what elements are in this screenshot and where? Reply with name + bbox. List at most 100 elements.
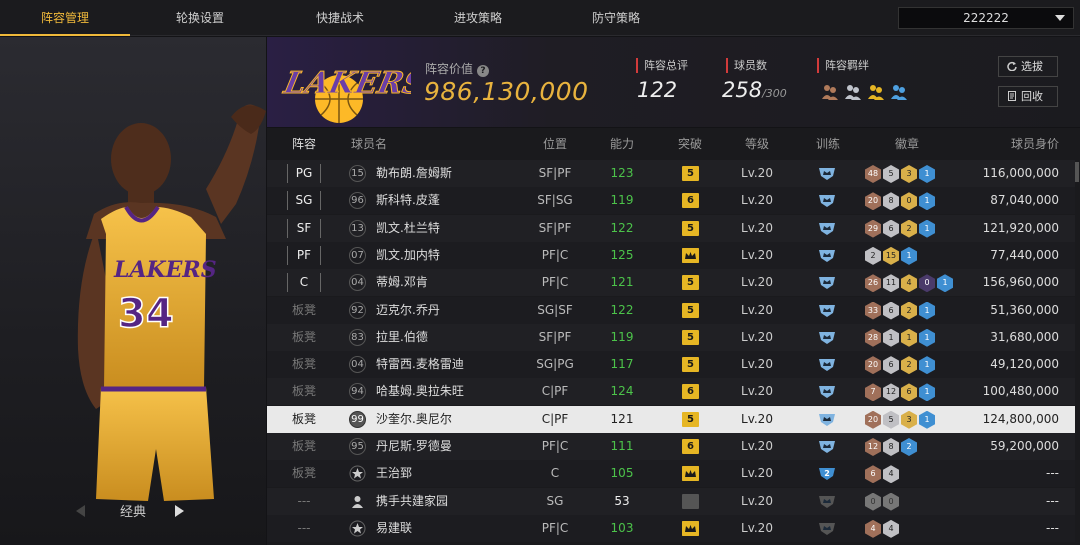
- player-name[interactable]: 哈基姆.奥拉朱旺: [376, 378, 464, 405]
- slot-label[interactable]: ---: [287, 488, 321, 515]
- col-header-slot[interactable]: 阵容: [287, 128, 321, 160]
- training-icon[interactable]: [818, 193, 836, 208]
- slot-badge[interactable]: C: [287, 273, 321, 293]
- table-row[interactable]: PG 15 勒布朗.詹姆斯 SF|PF 123 5 Lv.20 48 5 3 1 116,000,00…: [267, 160, 1075, 187]
- tab-defense-strategy[interactable]: 防守策略: [551, 0, 681, 36]
- slot-badge[interactable]: SG: [287, 191, 321, 211]
- training-icon[interactable]: [818, 494, 836, 509]
- slot-badge[interactable]: SF: [287, 218, 321, 238]
- jersey-number: 07: [349, 246, 366, 264]
- col-header-level[interactable]: 等级: [727, 128, 787, 160]
- badge-count: 1: [919, 328, 935, 347]
- tab-quick-tactics[interactable]: 快捷战术: [275, 0, 405, 36]
- table-row[interactable]: 板凳 94 哈基姆.奥拉朱旺 C|PF 124 6 Lv.20 7 12 6 1 100,480,00…: [267, 378, 1075, 406]
- player-name[interactable]: 拉里.伯德: [376, 324, 428, 351]
- chemistry-silver-icon[interactable]: [844, 83, 862, 101]
- player-name[interactable]: 王治郅: [376, 460, 412, 487]
- badge-count: 2: [901, 438, 917, 456]
- table-row[interactable]: 板凳 92 迈克尔.乔丹 SG|SF 122 5 Lv.20 33 6 2 1 51,360,000: [267, 296, 1075, 324]
- recycle-button[interactable]: 回收: [998, 86, 1058, 107]
- select-players-button[interactable]: 选拔: [998, 56, 1058, 77]
- player-name[interactable]: 易建联: [376, 515, 412, 542]
- table-row[interactable]: PF 07 凯文.加内特 PF|C 125 Lv.20 2 15 1 77,440,000: [267, 241, 1075, 269]
- col-header-training[interactable]: 训练: [803, 128, 853, 160]
- table-row[interactable]: SG 96 斯科特.皮蓬 SF|SG 119 6 Lv.20 20 8 0 1 87,040,000: [267, 187, 1075, 215]
- svg-text:LAKERS: LAKERS: [281, 66, 411, 101]
- slot-badge[interactable]: PG: [287, 164, 321, 183]
- player-name[interactable]: 丹尼斯.罗德曼: [376, 433, 452, 460]
- table-row[interactable]: 板凳 95 丹尼斯.罗德曼 PF|C 111 6 Lv.20 12 8 2 59,200,000: [267, 433, 1075, 460]
- tab-rotation-settings[interactable]: 轮换设置: [135, 0, 265, 36]
- player-position: PF|C: [541, 439, 569, 453]
- player-name[interactable]: 勒布朗.詹姆斯: [376, 160, 452, 187]
- next-mode-arrow[interactable]: [175, 505, 184, 517]
- player-name[interactable]: 斯科特.皮蓬: [376, 187, 440, 214]
- badge-count: 2: [901, 219, 917, 238]
- table-row[interactable]: C 04 蒂姆.邓肯 PF|C 121 5 Lv.20 26 11 4 0 1 156,960,000: [267, 269, 1075, 297]
- col-header-name[interactable]: 球员名: [349, 128, 389, 160]
- col-header-price[interactable]: 球员身价: [967, 128, 1059, 160]
- training-icon[interactable]: [818, 521, 836, 536]
- training-level-icon[interactable]: 2: [818, 466, 836, 481]
- training-icon[interactable]: [818, 275, 836, 290]
- training-icon[interactable]: [818, 412, 836, 427]
- training-icon[interactable]: [818, 166, 836, 181]
- col-header-position[interactable]: 位置: [525, 128, 585, 160]
- badge-count: 8: [883, 438, 899, 456]
- table-row[interactable]: 板凳 99 沙奎尔.奥尼尔 C|PF 121 5 Lv.20 20 5 3 1 124,800,000: [267, 405, 1075, 433]
- training-icon[interactable]: [818, 384, 836, 399]
- badge-count: 1: [901, 328, 917, 347]
- player-ability: 111: [610, 439, 634, 453]
- team-select-dropdown[interactable]: 222222: [898, 7, 1074, 29]
- slot-label[interactable]: 板凳: [287, 297, 321, 324]
- table-row[interactable]: 板凳 04 特雷西.麦格雷迪 SG|PG 117 5 Lv.20 20 6 2 1 49,120,00…: [267, 351, 1075, 379]
- slot-label[interactable]: 板凳: [287, 351, 321, 378]
- col-header-breakthrough[interactable]: 突破: [665, 128, 715, 160]
- mode-label: 经典: [119, 505, 146, 520]
- help-icon[interactable]: ?: [477, 65, 490, 77]
- player-name[interactable]: 凯文.加内特: [376, 242, 440, 269]
- player-ability: 122: [610, 302, 634, 317]
- table-row[interactable]: --- 携手共建家园 SG 53 Lv.20 0 0 ---: [267, 487, 1075, 515]
- document-icon: [1008, 91, 1016, 101]
- player-name[interactable]: 蒂姆.邓肯: [376, 269, 428, 296]
- training-icon[interactable]: [818, 303, 836, 318]
- slot-label[interactable]: 板凳: [287, 324, 321, 351]
- table-row[interactable]: 板凳 83 拉里.伯德 SF|PF 119 5 Lv.20 28 1 1 1 31,680,000: [267, 323, 1075, 351]
- slot-label[interactable]: 板凳: [287, 460, 321, 487]
- table-row[interactable]: --- 易建联 PF|C 103 Lv.20 4 4 ---: [267, 514, 1075, 542]
- chemistry-blue-icon[interactable]: [890, 83, 908, 101]
- slot-label[interactable]: 板凳: [287, 378, 321, 405]
- jersey-number: 83: [349, 328, 366, 346]
- chemistry-gold-icon[interactable]: [867, 83, 885, 101]
- player-price: 77,440,000: [990, 247, 1059, 262]
- slot-label[interactable]: ---: [287, 515, 321, 542]
- slot-label[interactable]: 板凳: [287, 406, 321, 433]
- player-level: Lv.20: [741, 466, 773, 481]
- training-icon[interactable]: [818, 357, 836, 372]
- player-name[interactable]: 沙奎尔.奥尼尔: [376, 406, 452, 433]
- player-name[interactable]: 特雷西.麦格雷迪: [376, 351, 464, 378]
- col-header-ability[interactable]: 能力: [597, 128, 647, 160]
- tab-offense-strategy[interactable]: 进攻策略: [413, 0, 543, 36]
- table-row[interactable]: SF 13 凯文.杜兰特 SF|PF 122 5 Lv.20 29 6 2 1 121,920,000: [267, 214, 1075, 242]
- player-name[interactable]: 凯文.杜兰特: [376, 215, 440, 242]
- training-icon[interactable]: [818, 248, 836, 263]
- tab-lineup-management[interactable]: 阵容管理: [0, 0, 130, 36]
- training-icon[interactable]: [818, 221, 836, 236]
- player-name[interactable]: 迈克尔.乔丹: [376, 297, 440, 324]
- badge-count: 3: [901, 410, 917, 429]
- training-icon[interactable]: [818, 439, 836, 454]
- player-name[interactable]: 携手共建家园: [376, 488, 448, 515]
- slot-badge[interactable]: PF: [287, 245, 321, 265]
- table-scrollbar[interactable]: [1075, 162, 1079, 182]
- breakthrough-badge: 5: [682, 220, 699, 236]
- svg-text:LAKERS: LAKERS: [113, 257, 217, 283]
- training-icon[interactable]: [818, 330, 836, 345]
- breakthrough-badge: 6: [682, 439, 699, 454]
- table-row[interactable]: 板凳 王治郅 C 105 Lv.20 2 6 4 ---: [267, 460, 1075, 488]
- col-header-badges[interactable]: 徽章: [877, 128, 937, 160]
- slot-label[interactable]: 板凳: [287, 433, 321, 460]
- chemistry-bronze-icon[interactable]: [821, 83, 839, 101]
- player-ability: 121: [610, 275, 634, 290]
